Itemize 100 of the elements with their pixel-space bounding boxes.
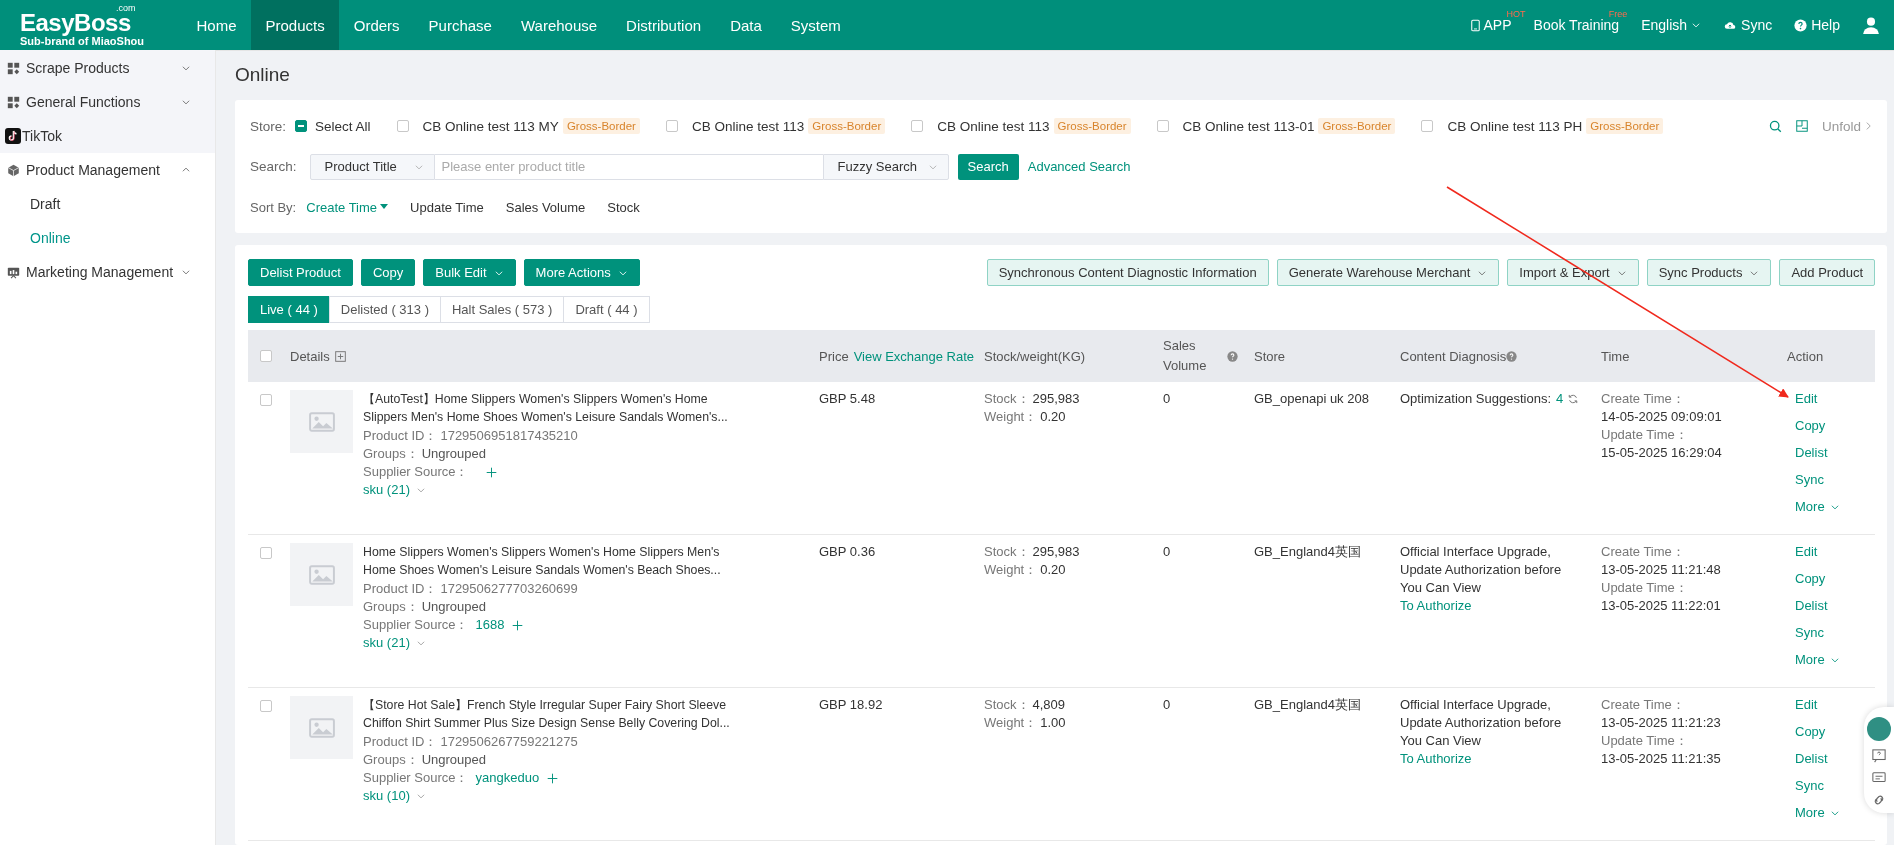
checkbox[interactable] [295, 120, 308, 132]
sidebar-item[interactable]: General Functions [26, 94, 175, 110]
product-title[interactable]: Home Slippers Women's Slippers Women's Home Slippers Men's Home Shoes Women's Leisure Sandals Women's Beach Shoes... [363, 543, 743, 579]
sidebar-item[interactable]: TikTok [22, 128, 191, 144]
checkbox-label[interactable]: Select All [315, 118, 371, 134]
action-link[interactable]: Copy [1795, 417, 1826, 435]
sync-link[interactable]: Sync [1741, 17, 1773, 33]
exchange-rate-link[interactable]: View Exchange Rate [853, 348, 975, 364]
sidebar-item[interactable]: Product Management [26, 162, 175, 178]
sort-option[interactable]: Update Time [410, 199, 484, 215]
sort-option[interactable]: Create Time [306, 199, 389, 215]
nav-tab[interactable]: Warehouse [506, 0, 612, 50]
sku-toggle[interactable]: sku (21) [363, 634, 410, 652]
checkbox[interactable] [260, 547, 272, 559]
status-tab[interactable]: Halt Sales ( 573 ) [439, 296, 565, 323]
nav-tab[interactable]: Distribution [611, 0, 716, 50]
action-link[interactable]: Sync [1795, 624, 1824, 642]
field-label: Product ID： [363, 427, 438, 445]
toolbar-button[interactable]: Copy [360, 259, 416, 286]
action-link[interactable]: Edit [1795, 543, 1818, 561]
suggestion-count[interactable]: 4 [1556, 390, 1564, 408]
sidebar-item[interactable]: Marketing Management [26, 264, 175, 280]
product-title[interactable]: 【Store Hot Sale】French Style Irregular Super Fairy Short Sleeve Chiffon Shirt Summer Plus Size Design Sense Belly Covering Dol... [363, 696, 743, 732]
toolbar-button[interactable]: Add Product [1779, 259, 1875, 286]
field-label: Groups： [363, 598, 419, 616]
chat-icon [1872, 771, 1886, 785]
nav-tab[interactable]: Purchase [414, 0, 507, 50]
action-link[interactable]: Edit [1795, 696, 1818, 714]
checkbox[interactable] [1156, 120, 1169, 132]
toolbar-button[interactable]: More Actions [523, 259, 640, 286]
action-link[interactable]: Edit [1795, 390, 1818, 408]
checkbox[interactable] [1421, 120, 1434, 132]
status-tab[interactable]: Draft ( 44 ) [563, 296, 650, 323]
stock-value: 295,983 [1032, 543, 1080, 561]
toolbar-button[interactable]: Generate Warehouse Merchant [1276, 259, 1500, 286]
store-name[interactable]: CB Online test 113 [937, 118, 1050, 134]
status-tab[interactable]: Live ( 44 ) [248, 296, 330, 323]
authorize-link[interactable]: To Authorize [1400, 597, 1472, 615]
action-link[interactable]: Sync [1795, 471, 1824, 489]
sort-option[interactable]: Stock [607, 199, 640, 215]
action-link[interactable]: Delist [1795, 597, 1828, 615]
action-link[interactable]: Sync [1795, 777, 1824, 795]
app-link[interactable]: APP [1483, 17, 1512, 33]
toolbar-button[interactable]: Delist Product [248, 259, 353, 286]
more-link[interactable]: More [1795, 498, 1825, 516]
store-name[interactable]: CB Online test 113 MY [422, 118, 559, 134]
unfold-link[interactable]: Unfold [1821, 118, 1861, 134]
sidebar-item[interactable]: Scrape Products [26, 60, 175, 76]
nav-tab[interactable]: System [776, 0, 856, 50]
checkbox[interactable] [260, 350, 272, 362]
search-field[interactable]: Please enter product title [434, 153, 823, 180]
column-header: Details [290, 348, 330, 364]
checkbox[interactable] [260, 394, 272, 406]
field-label: Stock： [984, 390, 1030, 408]
match-mode-select[interactable]: Fuzzy Search [822, 153, 949, 180]
more-link[interactable]: More [1795, 804, 1825, 822]
toolbar-button[interactable]: Synchronous Content Diagnostic Information [986, 259, 1269, 286]
chevron-down-icon [415, 485, 426, 495]
nav-tab[interactable]: Products [251, 0, 340, 50]
sort-option[interactable]: Sales Volume [505, 199, 586, 215]
action-link[interactable]: Delist [1795, 444, 1828, 462]
checkbox[interactable] [665, 120, 678, 132]
nav-tab[interactable]: Orders [339, 0, 415, 50]
store-name[interactable]: CB Online test 113 [691, 118, 805, 134]
toolbar-button[interactable]: Bulk Edit [423, 259, 516, 286]
checkbox[interactable] [911, 120, 924, 132]
authorize-link[interactable]: To Authorize [1400, 750, 1472, 768]
chevron-right-icon [1864, 121, 1873, 131]
search-button[interactable]: Search [957, 153, 1019, 180]
time-value: 13-05-2025 11:21:23 [1601, 714, 1722, 732]
supplier-link[interactable]: yangkeduo [475, 769, 540, 787]
supplier-link[interactable]: 1688 [475, 616, 505, 634]
advanced-search-link[interactable]: Advanced Search [1027, 159, 1131, 174]
more-link[interactable]: More [1795, 651, 1825, 669]
field-label: Create Time： [1601, 390, 1686, 408]
sidebar-subitem[interactable]: Online [0, 221, 215, 255]
field-select[interactable]: Product Title [309, 153, 435, 180]
grid-icon [7, 61, 20, 75]
action-link[interactable]: Delist [1795, 750, 1828, 768]
store-name[interactable]: CB Online test 113-01 [1182, 118, 1315, 134]
sku-toggle[interactable]: sku (21) [363, 481, 410, 499]
action-link[interactable]: Copy [1795, 723, 1826, 741]
time-value: 13-05-2025 11:21:35 [1601, 750, 1722, 768]
stock-value: 4,809 [1032, 696, 1066, 714]
help-link[interactable]: Help [1811, 17, 1840, 33]
book-training-link[interactable]: Book Training [1533, 17, 1620, 33]
status-tab[interactable]: Delisted ( 313 ) [328, 296, 441, 323]
language-select[interactable]: English [1641, 17, 1688, 33]
store-name[interactable]: CB Online test 113 PH [1447, 118, 1583, 134]
sidebar-subitem[interactable]: Draft [0, 187, 215, 221]
sku-toggle[interactable]: sku (10) [363, 787, 410, 805]
product-title[interactable]: 【AutoTest】Home Slippers Women's Slippers Women's Home Slippers Men's Home Shoes Women's Leisure Sandals Women's... [363, 390, 743, 426]
toolbar-button[interactable]: Sync Products [1646, 259, 1772, 286]
checkbox[interactable] [260, 700, 272, 712]
checkbox[interactable] [396, 120, 409, 132]
nav-tab[interactable]: Data [715, 0, 777, 50]
action-link[interactable]: Copy [1795, 570, 1826, 588]
nav-tab[interactable]: Home [182, 0, 251, 50]
field-label: Weight： [984, 408, 1038, 426]
weight-value: 1.00 [1040, 714, 1066, 732]
